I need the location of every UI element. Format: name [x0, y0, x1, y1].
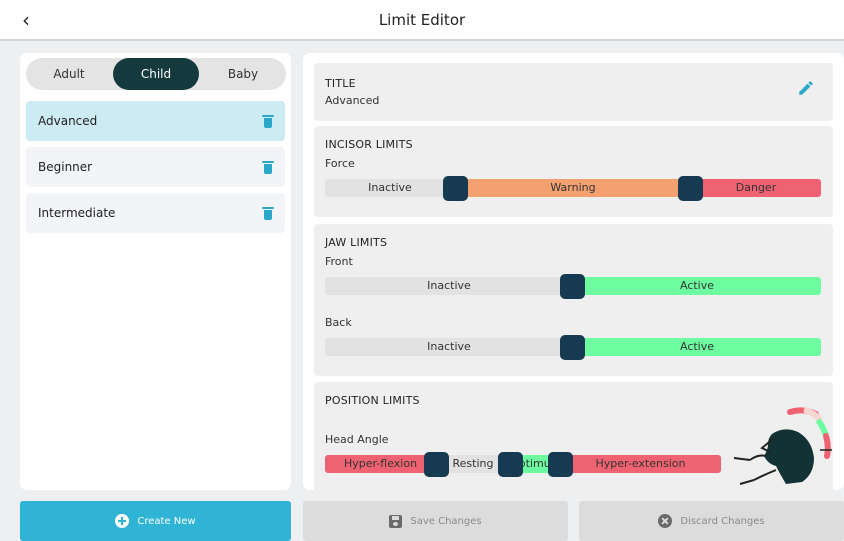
title-value: Advanced [325, 94, 380, 107]
head-angle-illustration-icon [733, 407, 832, 485]
x-circle-icon [658, 514, 673, 528]
incisor-heading: INCISOR LIMITS [325, 138, 413, 151]
top-bar: ‹ Limit Editor [0, 0, 844, 41]
limit-editor-panel: TITLE Advanced INCISOR LIMITS Force Inac… [303, 53, 844, 490]
force-label: Force [325, 157, 355, 170]
discard-changes-label: Discard Changes [680, 515, 765, 527]
plus-circle-icon [115, 514, 130, 528]
force-danger-handle[interactable] [678, 176, 703, 201]
back-label: Back [325, 316, 352, 329]
segment-active: Active [573, 277, 821, 295]
jaw-limits-card: JAW LIMITS Front Inactive Active Back In… [314, 224, 833, 376]
force-slider-track: Inactive Warning Danger [325, 179, 821, 197]
profile-segmented-control: Adult Child Baby [26, 58, 286, 90]
segment-warning: Warning [455, 179, 691, 197]
create-new-button[interactable]: Create New [20, 501, 291, 541]
segment-inactive: Inactive [325, 179, 455, 197]
jaw-heading: JAW LIMITS [325, 236, 388, 249]
back-handle[interactable] [560, 335, 585, 360]
tab-child[interactable]: Child [113, 58, 199, 90]
pencil-icon[interactable] [797, 79, 815, 97]
limit-item-advanced[interactable]: Advanced [26, 101, 285, 141]
limit-item-label: Intermediate [38, 206, 116, 220]
head-angle-label: Head Angle [325, 433, 389, 446]
trash-icon[interactable] [262, 114, 274, 128]
segment-hyper-flexion: Hyper-flexion [325, 455, 436, 473]
tab-adult[interactable]: Adult [26, 58, 112, 90]
segment-inactive: Inactive [325, 277, 573, 295]
limit-item-beginner[interactable]: Beginner [26, 147, 285, 187]
hyper-flexion-handle[interactable] [424, 452, 449, 477]
trash-icon[interactable] [262, 160, 274, 174]
limit-item-label: Advanced [38, 114, 98, 128]
title-heading: TITLE [325, 77, 356, 90]
front-label: Front [325, 255, 353, 268]
segment-hyper-extension: Hyper-extension [560, 455, 721, 473]
front-handle[interactable] [560, 274, 585, 299]
tab-baby[interactable]: Baby [200, 58, 286, 90]
position-heading: POSITION LIMITS [325, 394, 420, 407]
incisor-limits-card: INCISOR LIMITS Force Inactive Warning Da… [314, 126, 833, 217]
limit-item-label: Beginner [38, 160, 93, 174]
save-changes-label: Save Changes [410, 515, 482, 527]
limits-sidebar: Adult Child Baby Advanced Beginner Inter… [20, 53, 291, 490]
optimum-start-handle[interactable] [498, 452, 523, 477]
title-card: TITLE Advanced [314, 63, 833, 121]
segment-danger: Danger [691, 179, 821, 197]
trash-icon[interactable] [262, 206, 274, 220]
page-title: Limit Editor [378, 11, 466, 29]
limit-item-intermediate[interactable]: Intermediate [26, 193, 285, 233]
force-warning-handle[interactable] [443, 176, 468, 201]
segment-active: Active [573, 338, 821, 356]
optimum-end-handle[interactable] [548, 452, 573, 477]
create-new-label: Create New [137, 515, 196, 527]
discard-changes-button[interactable]: Discard Changes [579, 501, 844, 541]
position-limits-card: POSITION LIMITS Head Angle Hyper-flexion… [314, 382, 833, 490]
segment-inactive: Inactive [325, 338, 573, 356]
floppy-disk-icon [389, 514, 403, 528]
save-changes-button[interactable]: Save Changes [303, 501, 568, 541]
head-angle-slider-track: Hyper-flexion Resting Optimum Hyper-exte… [325, 455, 721, 473]
